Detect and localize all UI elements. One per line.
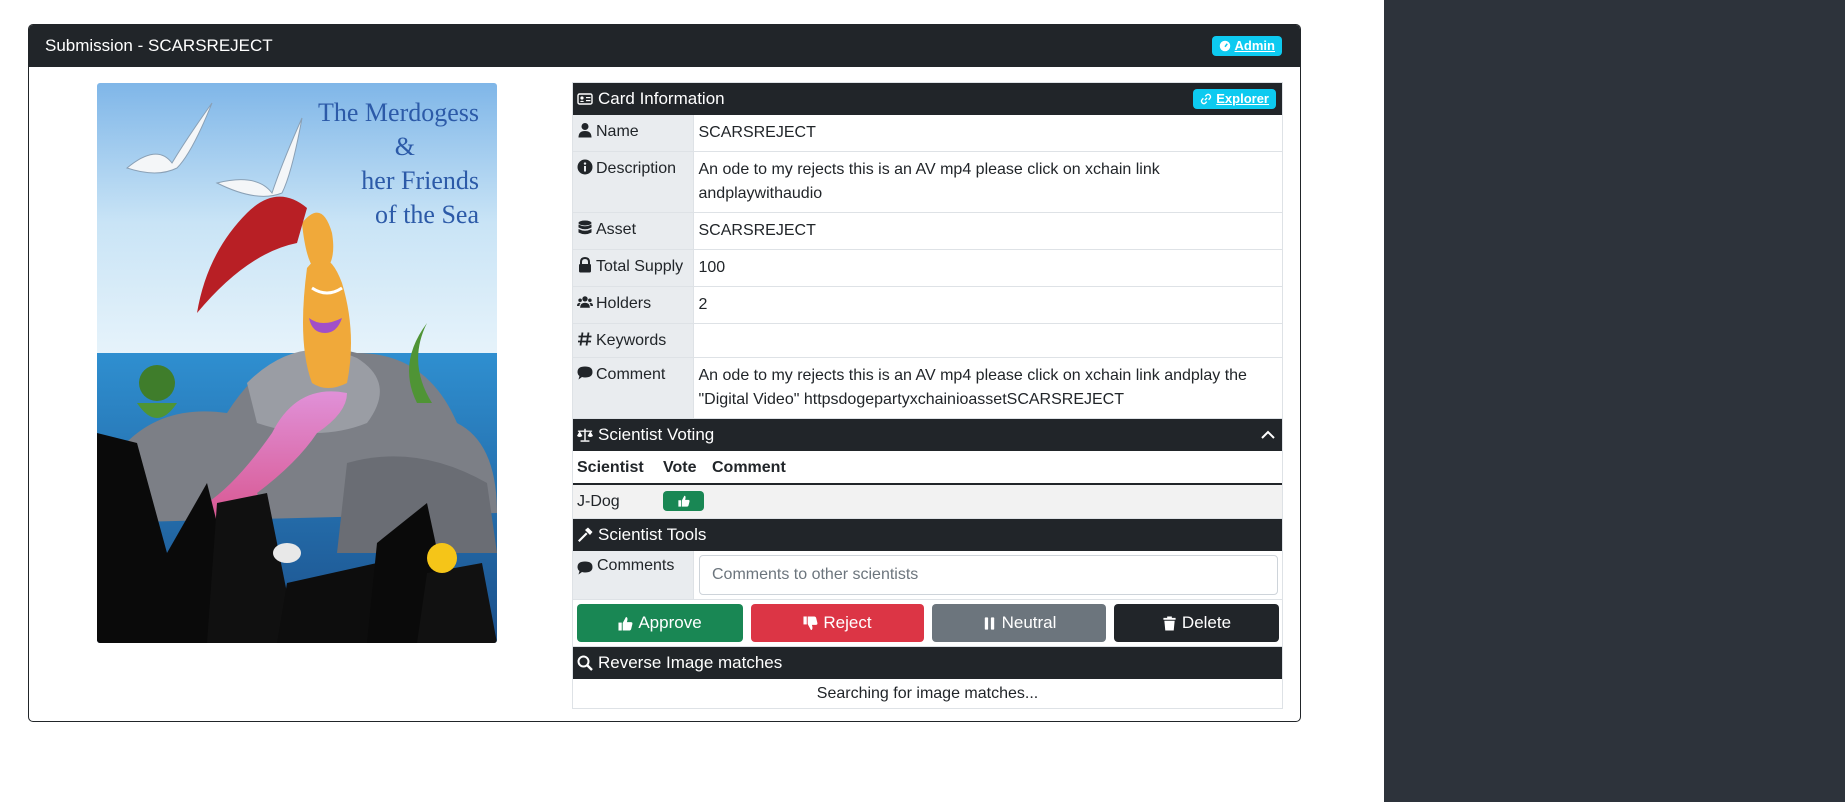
property-value-name: SCARSREJECT (692, 115, 1282, 152)
right-sidebar-panel (1384, 0, 1845, 802)
property-value-keywords (692, 323, 1282, 358)
admin-link-label: Admin (1234, 38, 1275, 53)
thumbs-down-icon (803, 615, 818, 630)
hammer-icon (578, 527, 593, 542)
thumbs-up-icon (618, 616, 633, 631)
page-title: Submission - SCARSREJECT (45, 36, 273, 55)
vote-comment (708, 484, 1282, 519)
reverse-image-status: Searching for image matches... (816, 685, 1039, 702)
property-value-description: An ode to my rejects this is an AV mp4 p… (692, 151, 1282, 213)
property-row-asset: Asset SCARSREJECT (573, 212, 1282, 250)
poster-title-line1: The Merdogess (318, 98, 479, 127)
database-icon (578, 220, 592, 235)
column-scientist: Scientist (573, 451, 659, 485)
info-circle-icon (577, 159, 593, 175)
comments-label: Comments (597, 557, 675, 574)
property-row-comment: Comment An ode to my rejects this is an … (573, 357, 1282, 419)
comments-input[interactable] (699, 555, 1278, 595)
scientist-voting-header[interactable]: Scientist Voting (573, 419, 1282, 451)
explorer-link[interactable]: Explorer (1193, 89, 1276, 109)
poster-title-line2: & (395, 132, 415, 161)
link-icon (1201, 93, 1212, 105)
reverse-image-header: Reverse Image matches (573, 647, 1282, 679)
action-buttons: Approve Reject Neutral Delete (573, 600, 1282, 647)
card-info-header: Card Information Explorer (573, 83, 1282, 115)
chevron-up-icon[interactable] (1260, 427, 1276, 443)
property-row-keywords: Keywords (573, 323, 1282, 358)
comment-icon (577, 366, 593, 380)
users-icon (577, 296, 593, 308)
poster-title-line3: her Friends (361, 166, 479, 195)
property-value-total-supply: 100 (692, 249, 1282, 287)
table-row: J-Dog (573, 484, 1282, 519)
user-icon (578, 123, 592, 138)
reject-button[interactable]: Reject (751, 604, 924, 642)
lock-icon (579, 257, 591, 273)
card-properties-table: Name SCARSREJECT Description An ode to m… (573, 115, 1282, 419)
scientist-voting-title: Scientist Voting (598, 425, 715, 444)
hashtag-icon (578, 332, 592, 346)
poster-title-line4: of the Sea (375, 200, 479, 229)
search-icon (577, 655, 593, 671)
column-vote: Vote (659, 451, 708, 485)
trash-icon (1163, 615, 1176, 631)
scale-balance-icon (577, 428, 593, 442)
voting-table: Scientist Vote Comment J-Dog (573, 451, 1282, 519)
card-artwork-image: The Merdogess & her Friends of the Sea (97, 83, 497, 643)
card-info-title: Card Information (598, 89, 725, 108)
card-header: Submission - SCARSREJECT Admin (29, 25, 1300, 67)
voting-table-header: Scientist Vote Comment (573, 451, 1282, 485)
thumbs-up-icon (677, 495, 690, 507)
property-row-total-supply: Total Supply 100 (573, 249, 1282, 287)
admin-link[interactable]: Admin (1211, 36, 1282, 56)
admin-gauge-icon (1219, 40, 1230, 52)
property-row-holders: Holders 2 (573, 286, 1282, 324)
scientist-name: J-Dog (573, 484, 659, 519)
reverse-image-title: Reverse Image matches (598, 653, 783, 672)
comments-row: Comments (573, 551, 1282, 600)
property-row-description: Description An ode to my rejects this is… (573, 151, 1282, 213)
property-value-asset: SCARSREJECT (692, 212, 1282, 250)
id-card-icon (577, 93, 593, 105)
scientist-tools-header: Scientist Tools (573, 519, 1282, 551)
vote-approve-badge (663, 491, 704, 511)
neutral-button[interactable]: Neutral (932, 604, 1106, 642)
pause-icon (984, 616, 994, 630)
approve-button[interactable]: Approve (577, 604, 743, 642)
property-row-name: Name SCARSREJECT (573, 115, 1282, 152)
explorer-link-label: Explorer (1216, 91, 1269, 106)
property-value-comment: An ode to my rejects this is an AV mp4 p… (692, 357, 1282, 419)
submission-card: Submission - SCARSREJECT Admin The Merdo… (28, 24, 1301, 722)
comment-icon (577, 561, 593, 575)
column-comment: Comment (708, 451, 1282, 485)
card-info-panel: Card Information Explorer Name SCARSREJE… (572, 82, 1283, 709)
property-value-holders: 2 (692, 286, 1282, 324)
delete-button[interactable]: Delete (1114, 604, 1279, 642)
scientist-tools-title: Scientist Tools (598, 525, 707, 544)
mermaid-poster-illustration: The Merdogess & her Friends of the Sea (97, 83, 497, 643)
